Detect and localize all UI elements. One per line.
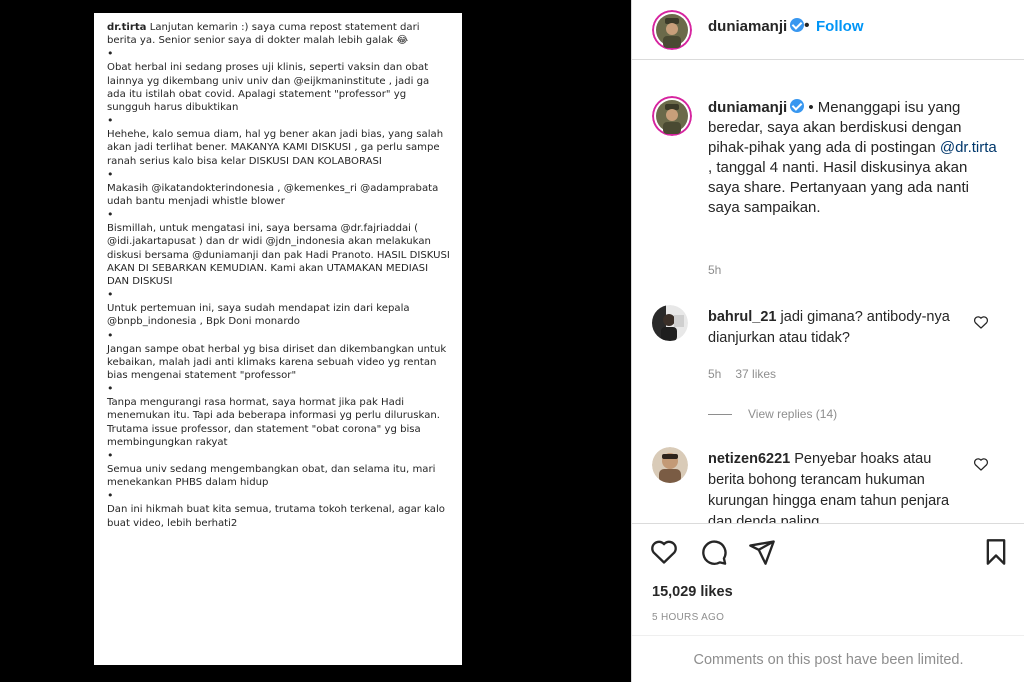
post-time-ago[interactable]: 5 HOURS AGO	[652, 612, 724, 623]
post-actions: 15,029 likes 5 HOURS AGO Comments on thi…	[632, 523, 1024, 682]
comment-time[interactable]: 5h	[708, 367, 721, 381]
repost-para-3: Makasih @ikatandokterindonesia , @kemenk…	[107, 182, 439, 208]
like-heart-icon[interactable]	[650, 538, 678, 566]
repost-para-1: Obat herbal ini sedang proses uji klinis…	[107, 62, 430, 114]
repost-bullet: •	[107, 114, 114, 128]
repost-para-5: Untuk pertemuan ini, saya sudah mendapat…	[107, 303, 410, 328]
repost-para-8: Semua univ sedang mengembangkan obat, da…	[107, 464, 436, 489]
repost-bullet: •	[107, 382, 114, 396]
comment-likes[interactable]: 37 likes	[735, 367, 776, 381]
repost-para-4: Bismillah, untuk mengatasi ini, saya ber…	[107, 223, 450, 288]
likes-count[interactable]: 15,029 likes	[652, 584, 733, 600]
avatar-image	[652, 305, 688, 341]
repost-bullet: •	[107, 208, 114, 222]
commenter-username[interactable]: bahrul_21	[708, 309, 777, 325]
verified-badge-icon	[790, 18, 805, 32]
post-caption: duniamanji • Menanggapi isu yang beredar…	[708, 99, 997, 216]
repost-bullet: •	[107, 288, 114, 302]
comment-body: bahrul_21 jadi gimana? antibody-nya dian…	[708, 309, 950, 346]
replies-divider	[708, 414, 732, 416]
post-sidebar: duniamanji • Follow duniamanji • Menangg…	[631, 0, 1024, 682]
follow-button[interactable]: Follow	[816, 18, 864, 35]
comment-like-heart-icon[interactable]	[973, 315, 989, 329]
comment-body: netizen6221 Penyebar hoaks atau berita b…	[708, 451, 950, 523]
header-separator: •	[804, 17, 810, 34]
comment-like-heart-icon[interactable]	[973, 457, 989, 471]
caption-timestamp[interactable]: 5h	[708, 263, 721, 277]
repost-bullet: •	[107, 47, 114, 61]
comments-scroll-area[interactable]: duniamanji • Menanggapi isu yang beredar…	[632, 61, 1024, 523]
repost-bullet: •	[107, 449, 114, 463]
repost-para-6: Jangan sampe obat herbal yg bisa diriset…	[107, 343, 447, 382]
commenter-avatar[interactable]	[652, 305, 688, 341]
post-header: duniamanji • Follow	[632, 0, 1024, 60]
post-media: dr.tirta Lanjutan kemarin :) saya cuma r…	[0, 0, 631, 682]
repost-bullet: •	[107, 489, 114, 503]
comments-limited-notice: Comments on this post have been limited.	[632, 635, 1024, 682]
comment-bubble-icon[interactable]	[700, 538, 728, 566]
author-avatar[interactable]	[652, 10, 692, 50]
caption-mention-link[interactable]: @dr.tirta	[940, 139, 997, 156]
repost-para-7: Tanpa mengurangi rasa hormat, saya horma…	[107, 397, 441, 448]
save-bookmark-icon[interactable]	[982, 538, 1010, 566]
avatar-image	[652, 96, 692, 136]
instagram-post-view: dr.tirta Lanjutan kemarin :) saya cuma r…	[0, 0, 1024, 682]
caption-username[interactable]: duniamanji	[708, 99, 787, 116]
commenter-username[interactable]: netizen6221	[708, 451, 790, 467]
repost-para-9: Dan ini hikmah buat kita semua, trutama …	[107, 504, 445, 529]
repost-username: dr.tirta	[107, 22, 147, 33]
share-paper-plane-icon[interactable]	[748, 538, 776, 566]
author-username[interactable]: duniamanji	[708, 18, 805, 35]
caption-author-avatar[interactable]	[652, 96, 692, 136]
repost-bullet: •	[107, 167, 114, 181]
repost-bullet: •	[107, 328, 114, 342]
comment-meta: 5h 37 likes	[708, 367, 790, 381]
repost-para-0: dr.tirta Lanjutan kemarin :) saya cuma r…	[107, 22, 420, 47]
reposted-caption-image: dr.tirta Lanjutan kemarin :) saya cuma r…	[94, 13, 462, 665]
view-replies-button[interactable]: View replies (14)	[708, 407, 837, 421]
avatar-image	[652, 10, 692, 50]
avatar-image	[652, 447, 688, 483]
commenter-avatar[interactable]	[652, 447, 688, 483]
verified-badge-icon	[790, 99, 805, 113]
repost-para-2: Hehehe, kalo semua diam, hal yg bener ak…	[107, 129, 444, 167]
